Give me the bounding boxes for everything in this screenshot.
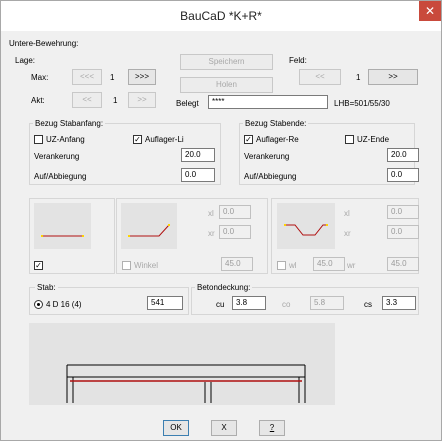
bent-bar-icon — [128, 224, 170, 237]
akt-next-button[interactable]: >> — [128, 92, 156, 108]
window-title: BauCaD *K+R* — [180, 9, 262, 23]
verankerung-anfang-label: Verankerung — [34, 152, 80, 161]
bent-xl-label: xl — [208, 209, 214, 218]
winkel-input[interactable]: 45.0 — [221, 257, 253, 271]
double-bent-shape-preview[interactable] — [277, 203, 335, 249]
winkel-label: Winkel — [134, 261, 159, 270]
double-bent-bar-icon — [284, 224, 328, 236]
akt-label: Akt: — [31, 96, 45, 105]
auflager-li-checkbox[interactable]: ✓ — [133, 135, 142, 144]
straight-bar-icon — [41, 235, 84, 237]
double-xr-input[interactable]: 0.0 — [387, 225, 419, 239]
max-value: 1 — [110, 73, 115, 82]
dialog-window: BauCaD *K+R* ✕ Untere-Bewehrung: Lage: M… — [0, 0, 442, 441]
double-xl-input[interactable]: 0.0 — [387, 205, 419, 219]
uz-ende-label: UZ-Ende — [357, 135, 390, 144]
auflager-li-label: Auflager-Li — [145, 135, 184, 144]
uz-anfang-checkbox[interactable] — [34, 135, 43, 144]
belegt-label: Belegt — [176, 99, 199, 108]
auflager-re-checkbox[interactable]: ✓ — [244, 135, 253, 144]
wr-input[interactable]: 45.0 — [387, 257, 419, 271]
bent-xl-input[interactable]: 0.0 — [219, 205, 251, 219]
double-xl-label: xl — [344, 209, 350, 218]
feld-prev-button[interactable]: << — [299, 69, 341, 85]
lhb-info: LHB=501/55/30 — [334, 99, 390, 108]
aufabbiegung-anfang-input[interactable]: 0.0 — [181, 168, 215, 182]
uz-anfang-label: UZ-Anfang — [46, 135, 85, 144]
feld-value: 1 — [356, 73, 361, 82]
auflager-re-label: Auflager-Re — [256, 135, 299, 144]
co-input[interactable]: 5.8 — [310, 296, 344, 310]
help-button[interactable]: ? — [259, 420, 285, 436]
stab-length-input[interactable]: 541 — [147, 296, 183, 310]
akt-prev-button[interactable]: << — [72, 92, 102, 108]
title-bar: BauCaD *K+R* ✕ — [1, 1, 441, 31]
aufabbiegung-anfang-label: Auf/Abbiegung — [34, 172, 87, 181]
aufabbiegung-ende-label: Auf/Abbiegung — [244, 172, 297, 181]
straight-shape-checkbox[interactable]: ✓ — [34, 261, 43, 270]
uz-ende-checkbox[interactable] — [345, 135, 354, 144]
cu-label: cu — [216, 300, 225, 309]
betondeckung-label: Betondeckung: — [195, 283, 253, 292]
bent-xr-label: xr — [208, 229, 215, 238]
close-button[interactable]: ✕ — [419, 1, 441, 21]
stab-option-label: 4 D 16 (4) — [46, 300, 82, 309]
wl-label: wl — [289, 261, 297, 270]
belegt-field[interactable]: **** — [208, 95, 328, 109]
lage-label: Lage: — [15, 56, 36, 65]
co-label: co — [282, 300, 291, 309]
ok-button[interactable]: OK — [163, 420, 189, 436]
verankerung-anfang-input[interactable]: 20.0 — [181, 148, 215, 162]
speichern-button[interactable]: Speichern — [180, 54, 273, 70]
stab-option-radio[interactable] — [34, 300, 43, 309]
holen-button[interactable]: Holen — [180, 77, 273, 93]
verankerung-ende-input[interactable]: 20.0 — [387, 148, 419, 162]
akt-value: 1 — [113, 96, 118, 105]
bent-shape-checkbox[interactable] — [122, 261, 131, 270]
cs-label: cs — [364, 300, 372, 309]
max-prev-button[interactable]: <<< — [72, 69, 102, 85]
beam-section-drawing — [66, 364, 306, 403]
double-xr-label: xr — [344, 229, 351, 238]
cancel-button[interactable]: X — [211, 420, 237, 436]
feld-next-button[interactable]: >> — [368, 69, 418, 85]
aufabbiegung-ende-input[interactable]: 0.0 — [387, 168, 419, 182]
wl-input[interactable]: 45.0 — [313, 257, 345, 271]
stabanfang-header: Bezug Stabanfang: — [33, 119, 106, 128]
wr-label: wr — [347, 261, 356, 270]
stabende-header: Bezug Stabende: — [243, 119, 309, 128]
untere-bewehrung-header: Untere-Bewehrung: — [9, 39, 79, 48]
double-bent-shape-checkbox[interactable] — [277, 261, 286, 270]
straight-shape-preview[interactable] — [34, 203, 91, 249]
max-next-button[interactable]: >>> — [128, 69, 156, 85]
bent-shape-preview[interactable] — [121, 203, 177, 249]
feld-label: Feld: — [289, 56, 307, 65]
beam-preview — [29, 323, 335, 405]
verankerung-ende-label: Verankerung — [244, 152, 290, 161]
bent-xr-input[interactable]: 0.0 — [219, 225, 251, 239]
cs-input[interactable]: 3.3 — [382, 296, 416, 310]
cu-input[interactable]: 3.8 — [232, 296, 266, 310]
max-label: Max: — [31, 73, 49, 82]
stab-label: Stab: — [35, 283, 58, 292]
